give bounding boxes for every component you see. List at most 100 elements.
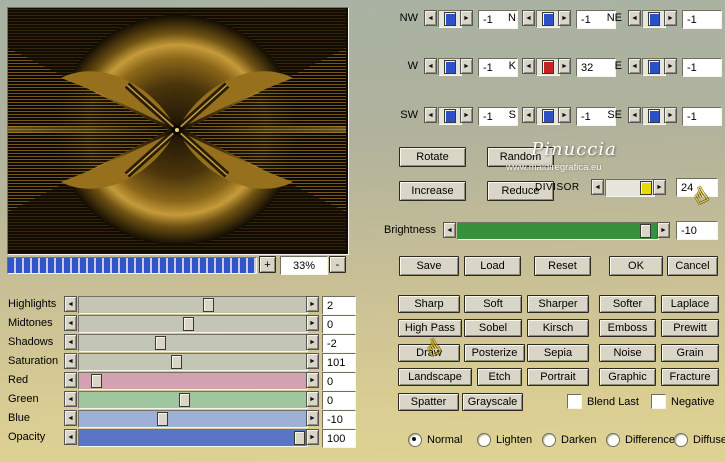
reset-button[interactable]: Reset (534, 256, 591, 276)
spinner-e-decrement[interactable]: ◄ (628, 58, 641, 74)
spinner-ne-increment[interactable]: ► (664, 10, 677, 26)
spinner-se-increment[interactable]: ► (664, 107, 677, 123)
cancel-button[interactable]: Cancel (667, 256, 718, 276)
filter-posterize-button[interactable]: Posterize (464, 344, 525, 362)
divisor-track[interactable] (605, 179, 655, 197)
spinner-se-decrement[interactable]: ◄ (628, 107, 641, 123)
slider-opacity-decrement[interactable]: ◄ (64, 429, 77, 445)
slider-midtones-increment[interactable]: ► (306, 315, 319, 331)
radio-normal[interactable]: Normal (408, 433, 462, 447)
increase-button[interactable]: Increase (399, 181, 466, 201)
slider-shadows-decrement[interactable]: ◄ (64, 334, 77, 350)
slider-red-thumb[interactable] (91, 374, 102, 388)
spinner-k-decrement[interactable]: ◄ (522, 58, 535, 74)
spinner-e-value[interactable]: -1 (682, 58, 722, 77)
filter-emboss-button[interactable]: Emboss (599, 319, 656, 337)
filter-sharp-button[interactable]: Sharp (398, 295, 460, 313)
slider-midtones-value[interactable]: 0 (322, 315, 356, 334)
spinner-k-increment[interactable]: ► (558, 58, 571, 74)
filter-spatter-button[interactable]: Spatter (398, 393, 459, 411)
slider-highlights-thumb[interactable] (203, 298, 214, 312)
slider-green-value[interactable]: 0 (322, 391, 356, 410)
spinner-n-track[interactable] (536, 10, 560, 28)
slider-green-thumb[interactable] (179, 393, 190, 407)
spinner-k-track[interactable] (536, 58, 560, 76)
slider-blue-track[interactable] (78, 410, 308, 428)
slider-shadows-value[interactable]: -2 (322, 334, 356, 353)
zoom-out-button[interactable]: - (329, 256, 346, 273)
filter-landscape-button[interactable]: Landscape (398, 368, 472, 386)
spinner-se-thumb[interactable] (648, 109, 660, 123)
filter-grayscale-button[interactable]: Grayscale (462, 393, 523, 411)
spinner-n-thumb[interactable] (542, 12, 554, 26)
blend-last-checkbox[interactable]: Blend Last (567, 394, 639, 409)
spinner-w-decrement[interactable]: ◄ (424, 58, 437, 74)
slider-midtones-thumb[interactable] (183, 317, 194, 331)
slider-shadows-increment[interactable]: ► (306, 334, 319, 350)
slider-highlights-track[interactable] (78, 296, 308, 314)
brightness-value[interactable]: -10 (676, 221, 718, 240)
brightness-decrement[interactable]: ◄ (443, 222, 456, 238)
spinner-n-increment[interactable]: ► (558, 10, 571, 26)
slider-opacity-increment[interactable]: ► (306, 429, 319, 445)
divisor-decrement[interactable]: ◄ (591, 179, 604, 195)
negative-checkbox[interactable]: Negative (651, 394, 714, 409)
slider-highlights-value[interactable]: 2 (322, 296, 356, 315)
slider-highlights-decrement[interactable]: ◄ (64, 296, 77, 312)
spinner-k-thumb[interactable] (542, 60, 554, 74)
ok-button[interactable]: OK (609, 256, 663, 276)
spinner-w-track[interactable] (438, 58, 462, 76)
filter-high-pass-button[interactable]: High Pass (398, 319, 462, 337)
spinner-nw-decrement[interactable]: ◄ (424, 10, 437, 26)
slider-blue-value[interactable]: -10 (322, 410, 356, 429)
slider-green-decrement[interactable]: ◄ (64, 391, 77, 407)
slider-opacity-thumb[interactable] (294, 431, 305, 445)
negative-checkbox-box[interactable] (651, 394, 666, 409)
spinner-nw-track[interactable] (438, 10, 462, 28)
radio-difference[interactable]: Difference (606, 433, 675, 447)
slider-shadows-track[interactable] (78, 334, 308, 352)
spinner-w-thumb[interactable] (444, 60, 456, 74)
filter-laplace-button[interactable]: Laplace (661, 295, 719, 313)
slider-saturation-track[interactable] (78, 353, 308, 371)
radio-darken[interactable]: Darken (542, 433, 596, 447)
slider-shadows-thumb[interactable] (155, 336, 166, 350)
filter-sharper-button[interactable]: Sharper (527, 295, 589, 313)
spinner-sw-track[interactable] (438, 107, 462, 125)
load-button[interactable]: Load (464, 256, 521, 276)
filter-prewitt-button[interactable]: Prewitt (661, 319, 719, 337)
spinner-n-decrement[interactable]: ◄ (522, 10, 535, 26)
divisor-increment[interactable]: ► (653, 179, 666, 195)
filter-kirsch-button[interactable]: Kirsch (527, 319, 589, 337)
slider-red-track[interactable] (78, 372, 308, 390)
spinner-sw-decrement[interactable]: ◄ (424, 107, 437, 123)
filter-sepia-button[interactable]: Sepia (527, 344, 589, 362)
filter-noise-button[interactable]: Noise (599, 344, 656, 362)
slider-blue-decrement[interactable]: ◄ (64, 410, 77, 426)
slider-opacity-value[interactable]: 100 (322, 429, 356, 448)
spinner-nw-thumb[interactable] (444, 12, 456, 26)
slider-saturation-value[interactable]: 101 (322, 353, 356, 372)
spinner-ne-value[interactable]: -1 (682, 10, 722, 29)
brightness-track[interactable] (457, 222, 659, 240)
filter-sobel-button[interactable]: Sobel (464, 319, 522, 337)
slider-midtones-decrement[interactable]: ◄ (64, 315, 77, 331)
slider-saturation-thumb[interactable] (171, 355, 182, 369)
filter-fracture-button[interactable]: Fracture (661, 368, 719, 386)
spinner-ne-decrement[interactable]: ◄ (628, 10, 641, 26)
slider-red-value[interactable]: 0 (322, 372, 356, 391)
slider-red-increment[interactable]: ► (306, 372, 319, 388)
spinner-e-increment[interactable]: ► (664, 58, 677, 74)
radio-diffuse[interactable]: Diffuse (674, 433, 725, 447)
save-button[interactable]: Save (399, 256, 459, 276)
divisor-thumb[interactable] (640, 181, 652, 195)
spinner-w-increment[interactable]: ► (460, 58, 473, 74)
brightness-increment[interactable]: ► (657, 222, 670, 238)
spinner-s-track[interactable] (536, 107, 560, 125)
blend-last-checkbox-box[interactable] (567, 394, 582, 409)
spinner-ne-track[interactable] (642, 10, 666, 28)
brightness-thumb[interactable] (640, 224, 651, 238)
spinner-e-track[interactable] (642, 58, 666, 76)
spinner-e-thumb[interactable] (648, 60, 660, 74)
slider-saturation-increment[interactable]: ► (306, 353, 319, 369)
